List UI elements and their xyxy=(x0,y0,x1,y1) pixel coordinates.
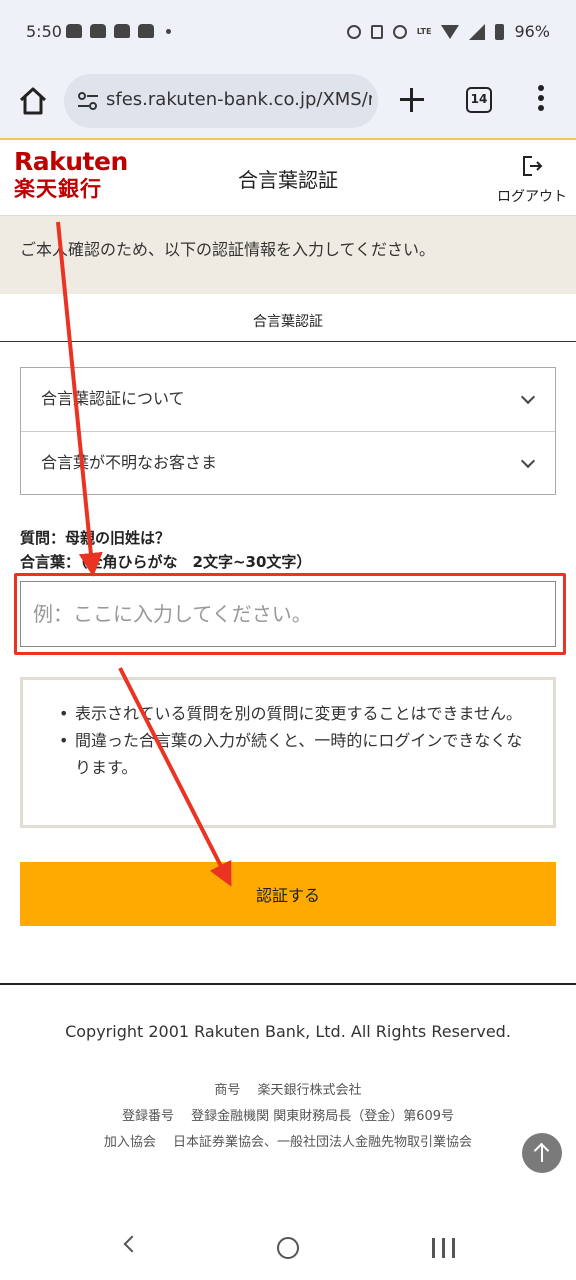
battery-icon xyxy=(495,23,505,40)
home-button[interactable] xyxy=(16,84,50,118)
answer-input[interactable] xyxy=(20,581,556,647)
vibrate-icon xyxy=(370,24,383,39)
site-header: Rakuten 楽天銀行 合言葉認証 ログアウト xyxy=(0,140,576,216)
signal-icon xyxy=(469,23,486,40)
note-item: 表示されている質問を別の質問に変更することはできません。 xyxy=(53,700,533,727)
copyright: Copyright 2001 Rakuten Bank, Ltd. All Ri… xyxy=(65,1022,511,1041)
help-accordion: 合言葉認証について 合言葉が不明なお客さま xyxy=(20,367,556,495)
company-name: 商号 楽天銀行株式会社 xyxy=(214,1083,362,1098)
address-bar[interactable]: sfes.rakuten-bank.co.jp/XMS/rb xyxy=(64,74,378,128)
game-controller-icon xyxy=(66,24,82,38)
status-bar: 5:50 LTE 96% xyxy=(0,0,576,66)
chevron-down-icon xyxy=(520,453,536,469)
accordion-label: 合言葉認証について xyxy=(41,389,185,408)
rakuten-bank-logo[interactable]: Rakuten 楽天銀行 xyxy=(14,148,128,202)
section-title: 合言葉認証 xyxy=(0,294,576,342)
info-text: ご本人確認のため、以下の認証情報を入力してください。 xyxy=(20,240,436,259)
home-icon xyxy=(19,87,47,115)
game-controller-icon xyxy=(138,24,154,38)
menu-dot-icon xyxy=(538,85,544,91)
back-icon[interactable] xyxy=(123,1235,141,1253)
notification-icons xyxy=(66,24,171,38)
menu-dot-icon xyxy=(538,95,544,101)
battery-percent: 96% xyxy=(514,22,550,41)
game-controller-icon xyxy=(90,24,106,38)
do-not-disturb-icon xyxy=(392,24,407,39)
logout-label: ログアウト xyxy=(497,189,567,205)
alarm-icon xyxy=(346,24,361,39)
accordion-item-forgot[interactable]: 合言葉が不明なお客さま xyxy=(21,431,555,494)
more-notifications-dot-icon xyxy=(166,28,171,34)
browser-toolbar: sfes.rakuten-bank.co.jp/XMS/rb 14 xyxy=(0,66,576,138)
game-controller-icon xyxy=(114,24,130,38)
new-tab-button[interactable] xyxy=(398,86,426,114)
recents-icon[interactable] xyxy=(432,1238,456,1258)
status-time: 5:50 xyxy=(26,22,62,41)
chevron-down-icon xyxy=(520,389,536,405)
footer-divider xyxy=(0,983,576,985)
logout-icon xyxy=(523,156,543,176)
wifi-icon xyxy=(441,24,460,39)
lte-label: LTE xyxy=(416,26,432,36)
accordion-item-about[interactable]: 合言葉認証について xyxy=(21,368,555,431)
logo-japanese: 楽天銀行 xyxy=(14,177,102,201)
status-right: LTE 96% xyxy=(346,22,550,41)
site-settings-icon[interactable] xyxy=(76,89,100,113)
note-item: 間違った合言葉の入力が続くと、一時的にログインできなくなります。 xyxy=(53,727,533,781)
home-circle-icon[interactable] xyxy=(277,1237,299,1259)
tab-switcher-button[interactable]: 14 xyxy=(466,87,492,113)
logout-button[interactable]: ログアウト xyxy=(494,154,570,206)
scroll-to-top-button[interactable] xyxy=(522,1133,562,1173)
registration-number: 登録番号 登録金融機関 関東財務局長（登金）第609号 xyxy=(121,1109,455,1124)
security-question: 質問：母親の旧姓は？ 合言葉：（全角ひらがな 2文字~30文字） xyxy=(20,526,311,574)
info-banner: ご本人確認のため、以下の認証情報を入力してください。 xyxy=(0,216,576,294)
company-info: 商号 楽天銀行株式会社 登録番号 登録金融機関 関東財務局長（登金）第609号 … xyxy=(0,1078,576,1156)
menu-dot-icon xyxy=(538,105,544,111)
url-text[interactable]: sfes.rakuten-bank.co.jp/XMS/rb xyxy=(106,89,372,110)
notes-box: 表示されている質問を別の質問に変更することはできません。 間違った合言葉の入力が… xyxy=(20,677,556,828)
system-nav-bar xyxy=(0,1208,576,1280)
logo-wordmark: Rakuten xyxy=(14,147,128,176)
answer-format-hint: 合言葉：（全角ひらがな 2文字~30文字） xyxy=(20,553,312,571)
question-text: 質問：母親の旧姓は？ xyxy=(20,529,171,547)
submit-button[interactable]: 認証する xyxy=(20,862,556,926)
accordion-label: 合言葉が不明なお客さま xyxy=(41,453,218,472)
browser-menu-button[interactable] xyxy=(536,85,546,115)
member-associations: 加入協会 日本証券業協会、一般社団法人金融先物取引業協会 xyxy=(103,1135,473,1150)
